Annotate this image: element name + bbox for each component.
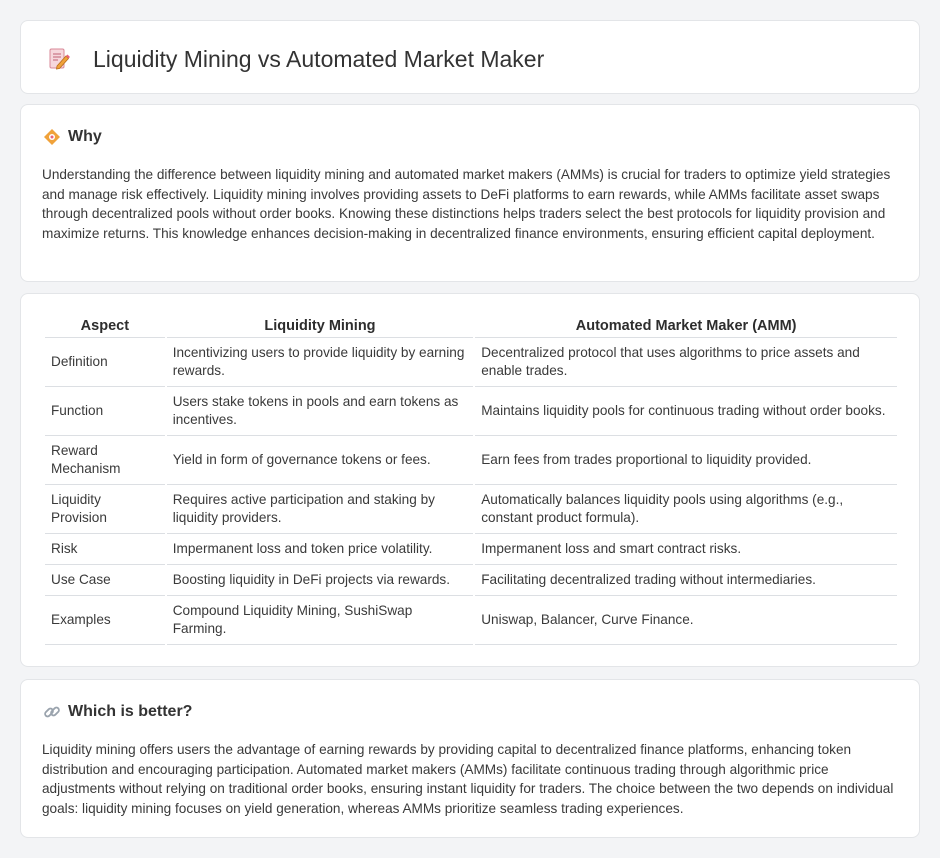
aspect-cell: Definition <box>45 338 165 387</box>
why-text: Understanding the difference between liq… <box>42 167 891 241</box>
aspect-cell: Risk <box>45 534 165 565</box>
better-title: Which is better? <box>68 703 193 720</box>
aspect-cell: Liquidity Provision <box>45 485 165 534</box>
column-header-liquidity-mining: Liquidity Mining <box>166 316 474 338</box>
aspect-cell: Use Case <box>45 565 165 596</box>
amm-cell: Uniswap, Balancer, Curve Finance. <box>475 596 897 645</box>
amm-cell: Impermanent loss and smart contract risk… <box>475 534 897 565</box>
liquidity-mining-cell: Requires active participation and stakin… <box>166 485 474 534</box>
aspect-cell: Function <box>45 387 165 436</box>
aspect-cell: Reward Mechanism <box>45 436 165 485</box>
table-header-row: Aspect Liquidity Mining Automated Market… <box>45 316 897 338</box>
table-row: Reward Mechanism Yield in form of govern… <box>45 436 897 485</box>
amm-cell: Facilitating decentralized trading witho… <box>475 565 897 596</box>
table-row: Function Users stake tokens in pools and… <box>45 387 897 436</box>
diamond-badge-icon <box>43 128 61 146</box>
which-is-better-section: Which is better? Liquidity mining offers… <box>20 679 920 838</box>
comparison-section: Aspect Liquidity Mining Automated Market… <box>20 293 920 667</box>
table-row: Examples Compound Liquidity Mining, Sush… <box>45 596 897 645</box>
liquidity-mining-cell: Boosting liquidity in DeFi projects via … <box>166 565 474 596</box>
column-header-amm: Automated Market Maker (AMM) <box>475 316 897 338</box>
table-row: Liquidity Provision Requires active part… <box>45 485 897 534</box>
document-pencil-icon <box>47 47 71 71</box>
amm-cell: Decentralized protocol that uses algorit… <box>475 338 897 387</box>
liquidity-mining-cell: Yield in form of governance tokens or fe… <box>166 436 474 485</box>
better-text: Liquidity mining offers users the advant… <box>42 742 894 816</box>
page-title: Liquidity Mining vs Automated Market Mak… <box>93 46 545 72</box>
why-title: Why <box>68 128 102 145</box>
liquidity-mining-cell: Users stake tokens in pools and earn tok… <box>166 387 474 436</box>
amm-cell: Earn fees from trades proportional to li… <box>475 436 897 485</box>
liquidity-mining-cell: Incentivizing users to provide liquidity… <box>166 338 474 387</box>
why-heading: Why <box>43 127 102 147</box>
table-row: Use Case Boosting liquidity in DeFi proj… <box>45 565 897 596</box>
comparison-table: Aspect Liquidity Mining Automated Market… <box>43 316 899 645</box>
better-heading: Which is better? <box>43 702 192 722</box>
aspect-cell: Examples <box>45 596 165 645</box>
column-header-aspect: Aspect <box>45 316 165 338</box>
table-row: Risk Impermanent loss and token price vo… <box>45 534 897 565</box>
liquidity-mining-cell: Compound Liquidity Mining, SushiSwap Far… <box>166 596 474 645</box>
liquidity-mining-cell: Impermanent loss and token price volatil… <box>166 534 474 565</box>
link-icon <box>43 703 61 721</box>
header-card: Liquidity Mining vs Automated Market Mak… <box>20 20 920 94</box>
amm-cell: Maintains liquidity pools for continuous… <box>475 387 897 436</box>
why-section: Why Understanding the difference between… <box>20 104 920 282</box>
amm-cell: Automatically balances liquidity pools u… <box>475 485 897 534</box>
table-row: Definition Incentivizing users to provid… <box>45 338 897 387</box>
